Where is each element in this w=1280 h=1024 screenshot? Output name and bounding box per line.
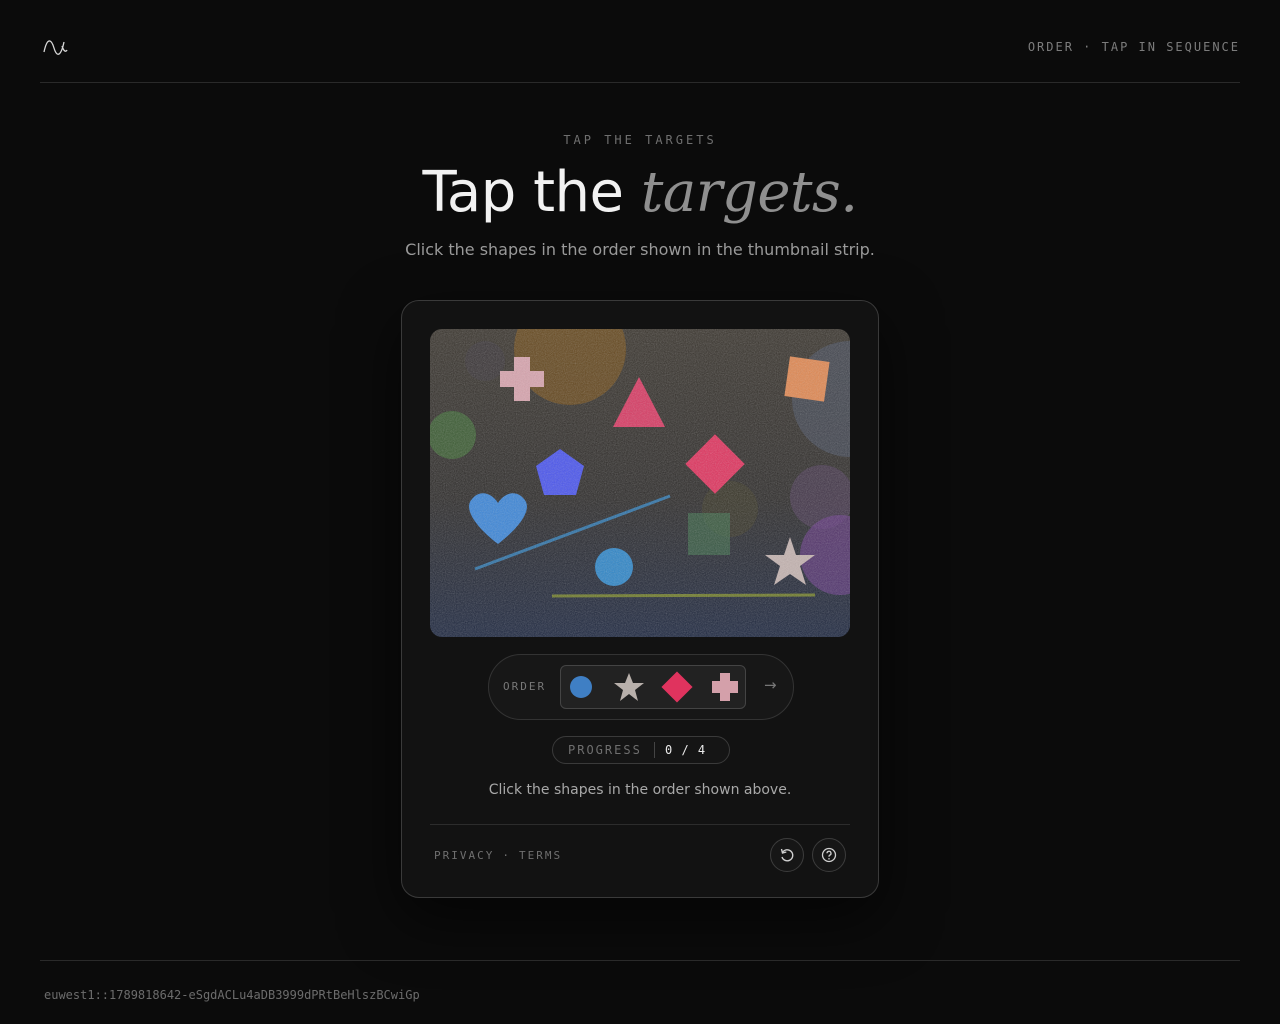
link-separator: · bbox=[502, 849, 511, 862]
title-plain: Tap the bbox=[422, 160, 624, 225]
progress-divider bbox=[654, 742, 655, 758]
order-label: ORDER bbox=[503, 680, 547, 693]
help-icon bbox=[821, 847, 837, 863]
arrow-right-icon[interactable]: → bbox=[764, 676, 777, 694]
refresh-button[interactable] bbox=[770, 838, 804, 872]
card-divider bbox=[430, 824, 850, 825]
top-bar: ORDER · TAP IN SEQUENCE bbox=[40, 0, 1240, 83]
help-button[interactable] bbox=[812, 838, 846, 872]
progress-label: PROGRESS bbox=[568, 743, 642, 757]
legal-links: PRIVACY · TERMS bbox=[434, 849, 562, 862]
thumb-circle bbox=[570, 676, 592, 698]
thumbnail-strip bbox=[560, 665, 746, 709]
challenge-canvas[interactable] bbox=[430, 329, 850, 637]
thumb-cross bbox=[712, 673, 738, 701]
order-strip: ORDER → bbox=[488, 654, 794, 720]
privacy-link[interactable]: PRIVACY bbox=[434, 849, 494, 862]
grain-overlay bbox=[430, 329, 850, 637]
thumb-star bbox=[614, 673, 644, 701]
title-emphasis: targets. bbox=[640, 160, 858, 225]
session-id: euwest1::1789818642-eSgdACLu4aDB3999dPRt… bbox=[44, 988, 420, 1002]
page-title: Tap the targets. bbox=[0, 160, 1280, 226]
page-subtitle: Click the shapes in the order shown in t… bbox=[405, 240, 875, 259]
page-footer: euwest1::1789818642-eSgdACLu4aDB3999dPRt… bbox=[40, 960, 1240, 1002]
instruction-text: Click the shapes in the order shown abov… bbox=[488, 782, 792, 798]
wave-icon bbox=[43, 40, 68, 55]
terms-link[interactable]: TERMS bbox=[519, 849, 562, 862]
refresh-icon bbox=[780, 848, 794, 862]
mode-label: ORDER · TAP IN SEQUENCE bbox=[1027, 40, 1240, 54]
challenge-card: ORDER → PROGRESS 0 / 4 Click the shapes … bbox=[401, 300, 879, 898]
thumb-diamond bbox=[661, 671, 693, 703]
progress-indicator: PROGRESS 0 / 4 bbox=[552, 736, 730, 764]
progress-value: 0 / 4 bbox=[665, 743, 707, 757]
eyebrow: TAP THE TARGETS bbox=[563, 133, 717, 147]
